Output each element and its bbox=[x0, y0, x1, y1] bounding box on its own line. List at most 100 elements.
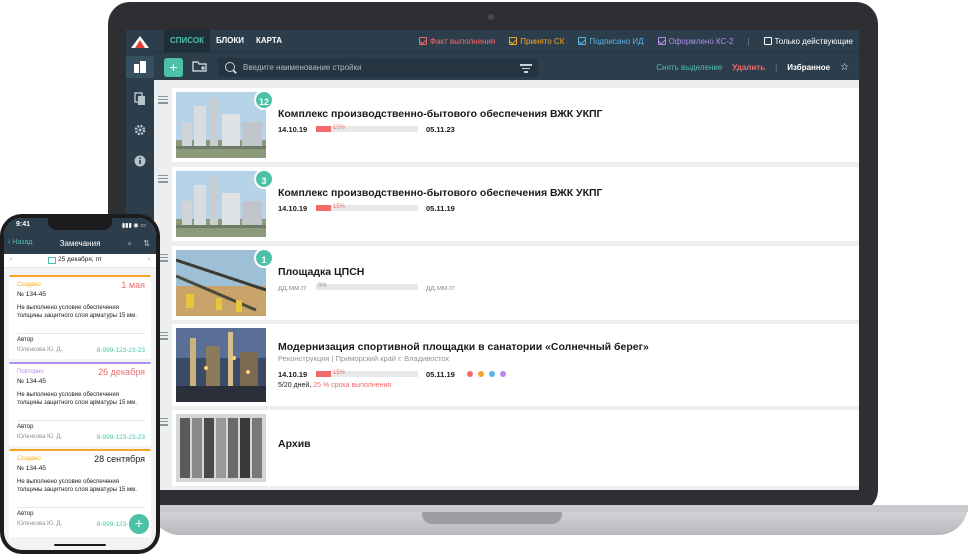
divider bbox=[17, 420, 145, 421]
filter-label: Факт выполнения bbox=[429, 36, 496, 46]
deadline-status: 5/20 дней, 25 % срока выполнения bbox=[278, 382, 391, 389]
start-date: дд.мм.гг bbox=[278, 282, 307, 292]
progress-fill bbox=[316, 126, 332, 132]
tab-map[interactable]: КАРТА bbox=[250, 30, 288, 52]
logo-icon bbox=[131, 36, 149, 48]
progress-label: 15% bbox=[333, 125, 346, 131]
remark-number: № 134-45 bbox=[17, 378, 47, 385]
tab-blocks[interactable]: БЛОКИ bbox=[210, 30, 250, 52]
laptop-base-edge bbox=[150, 505, 968, 512]
remark-number: № 134-45 bbox=[17, 465, 47, 472]
filter-accepted[interactable]: Принято СК bbox=[509, 37, 564, 46]
favorites-button[interactable]: Избранное bbox=[787, 63, 830, 72]
project-card[interactable]: Архив bbox=[158, 410, 859, 486]
view-tabs: СПИСОК БЛОКИ КАРТА bbox=[164, 30, 288, 52]
author-label: Автор bbox=[17, 424, 34, 430]
filter-signed[interactable]: Подписано ИД bbox=[578, 36, 644, 46]
progress-fill bbox=[316, 371, 332, 377]
buildings-icon[interactable] bbox=[133, 60, 147, 74]
project-progress: 14.10.19 15% 05.11.19 bbox=[278, 369, 506, 379]
search-box[interactable]: Введите наименование стройки bbox=[218, 58, 538, 77]
project-card[interactable]: 1 Площадка ЦПСН дд.мм.гг 0% дд.мм.гг bbox=[158, 246, 859, 320]
project-progress: 14.10.19 15% 05.11.19 bbox=[278, 203, 455, 213]
new-folder-icon[interactable] bbox=[192, 59, 208, 74]
start-date: 14.10.19 bbox=[278, 203, 308, 213]
remark-card[interactable]: Повторно 26 декабря № 134-45 Не выполнен… bbox=[9, 362, 151, 446]
progress-label: 15% bbox=[333, 204, 346, 210]
checkbox-icon bbox=[509, 37, 518, 45]
project-title: Модернизация спортивной площадки в санат… bbox=[278, 341, 649, 353]
search-icon[interactable]: ⌕ bbox=[128, 239, 132, 249]
remark-date: 1 мая bbox=[121, 280, 145, 290]
progress-label: 0% bbox=[318, 283, 327, 289]
deselect-link[interactable]: Снять выделение bbox=[656, 63, 722, 72]
filter-icon[interactable] bbox=[520, 62, 532, 73]
next-arrow-icon[interactable]: › bbox=[148, 256, 150, 263]
author-name: Юленкова Ю. Д. bbox=[17, 521, 63, 527]
divider bbox=[17, 507, 145, 508]
filter-fact[interactable]: Факт выполнения bbox=[418, 36, 496, 46]
author-phone[interactable]: 8-999-123-23-23 bbox=[97, 347, 145, 354]
remarks-count-badge: 3 bbox=[254, 169, 274, 189]
documents-icon[interactable] bbox=[133, 92, 147, 106]
toolbar: + Введите наименование стройки Снять выд… bbox=[154, 52, 859, 80]
checkbox-icon bbox=[418, 37, 427, 45]
end-date: 05.11.19 bbox=[426, 203, 455, 213]
progress-label: 15% bbox=[333, 370, 346, 376]
laptop-screen: СПИСОК БЛОКИ КАРТА Факт выполнения Приня… bbox=[126, 30, 859, 490]
settings-icon[interactable] bbox=[133, 123, 147, 137]
remark-status: Повторно bbox=[17, 369, 44, 375]
progress-bar: 15% bbox=[316, 370, 418, 377]
filter-only-active[interactable]: Только действующие bbox=[763, 37, 853, 46]
filter-ks2[interactable]: Оформлено КС-2 bbox=[657, 37, 733, 46]
status-dot bbox=[499, 371, 506, 377]
filter-label: Подписано ИД bbox=[589, 36, 644, 46]
top-bar: СПИСОК БЛОКИ КАРТА Факт выполнения Приня… bbox=[154, 30, 859, 52]
info-icon[interactable] bbox=[133, 154, 147, 168]
add-remark-button[interactable]: + bbox=[129, 514, 149, 534]
divider: | bbox=[775, 62, 778, 72]
remark-text: Не выполнено условие обеспечения толщины… bbox=[17, 392, 137, 406]
signal-battery-icon: ▮▮▮ ◉ ▭ bbox=[121, 223, 146, 229]
date-picker[interactable]: ‹ 25 декабря, пт › bbox=[4, 254, 156, 268]
star-icon[interactable]: ☆ bbox=[840, 62, 849, 73]
add-button[interactable]: + bbox=[164, 58, 183, 77]
project-progress: дд.мм.гг 0% дд.мм.гг bbox=[278, 282, 455, 292]
remarks-count-badge: 1 bbox=[254, 248, 274, 268]
project-progress: 14.10.19 15% 05.11.23 bbox=[278, 124, 455, 134]
project-card[interactable]: 3 Комплекс производственно-бытового обес… bbox=[158, 167, 859, 241]
drag-handle-icon[interactable] bbox=[158, 96, 168, 106]
search-input[interactable]: Введите наименование стройки bbox=[243, 58, 361, 77]
drag-handle-icon[interactable] bbox=[158, 175, 168, 185]
status-dot bbox=[477, 371, 484, 377]
tab-list[interactable]: СПИСОК bbox=[164, 30, 210, 52]
remark-number: № 134-45 bbox=[17, 291, 47, 298]
delete-button[interactable]: Удалить bbox=[732, 63, 765, 72]
status-dot bbox=[488, 371, 495, 377]
start-date: 14.10.19 bbox=[278, 369, 308, 379]
project-type: Реконструкция bbox=[278, 354, 330, 363]
progress-fill bbox=[316, 205, 332, 211]
stage: СПИСОК БЛОКИ КАРТА Факт выполнения Приня… bbox=[0, 0, 968, 554]
author-name: Юленкова Ю. Д. bbox=[17, 434, 63, 440]
selected-date: 25 декабря, пт bbox=[58, 256, 102, 263]
sliders-icon[interactable]: ⇅ bbox=[143, 239, 150, 248]
phone-nav-bar: ‹ Назад Замечания ⌕ ⇅ bbox=[4, 234, 156, 254]
checkbox-icon bbox=[578, 37, 587, 45]
progress-bar: 15% bbox=[316, 204, 418, 211]
project-title: Комплекс производственно-бытового обеспе… bbox=[278, 187, 603, 199]
project-thumbnail bbox=[176, 328, 266, 402]
project-thumbnail bbox=[176, 250, 266, 316]
project-card[interactable]: 12 Комплекс производственно-бытового обе… bbox=[158, 88, 859, 162]
project-card[interactable]: Модернизация спортивной площадки в санат… bbox=[158, 324, 859, 406]
project-meta: Реконструкция | Приморский край г. Влади… bbox=[278, 354, 449, 363]
remark-card[interactable]: Создано 1 мая № 134-45 Не выполнено усло… bbox=[9, 275, 151, 359]
project-list: 12 Комплекс производственно-бытового обе… bbox=[154, 80, 859, 490]
project-title: Архив bbox=[278, 438, 311, 450]
author-name: Юленкова Ю. Д. bbox=[17, 347, 63, 353]
author-phone[interactable]: 8-999-123-23-23 bbox=[97, 434, 145, 441]
laptop-notch bbox=[422, 512, 562, 524]
filter-label: Принято СК bbox=[520, 36, 565, 46]
phone-frame: 9:41 ▮▮▮ ◉ ▭ ‹ Назад Замечания ⌕ ⇅ ‹ 25 … bbox=[0, 214, 160, 554]
checkbox-icon bbox=[657, 37, 666, 45]
